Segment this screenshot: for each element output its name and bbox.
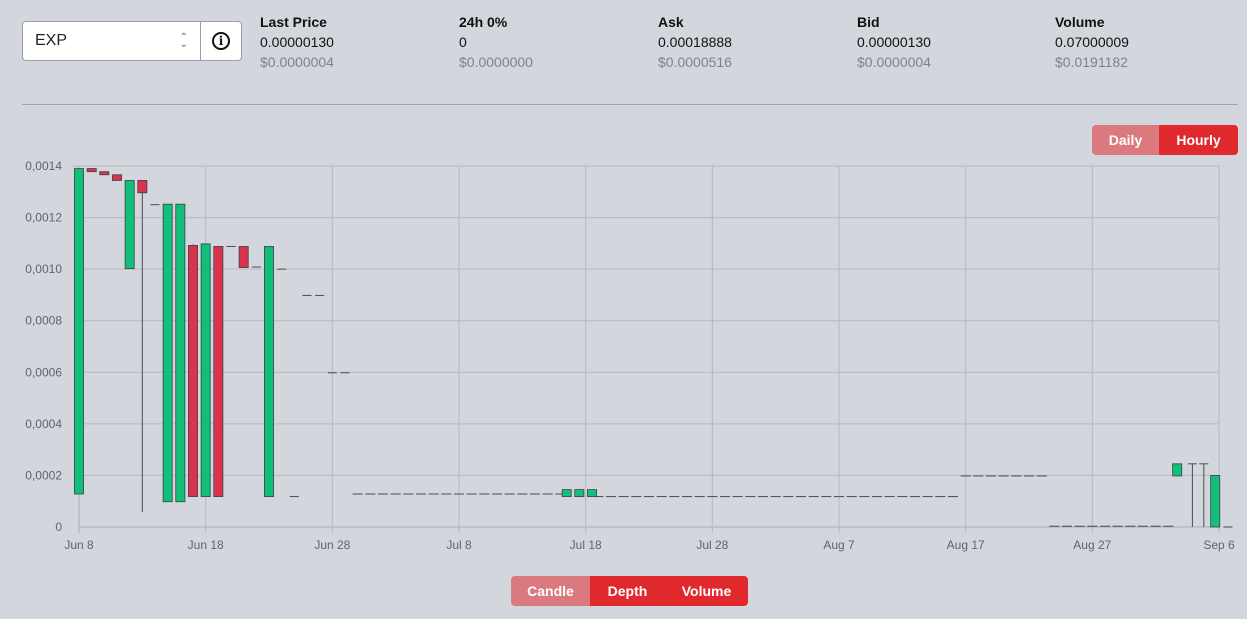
y-tick-label: 0,0010 bbox=[25, 262, 62, 276]
depth-button[interactable]: Depth bbox=[590, 576, 665, 606]
candle-body bbox=[264, 246, 274, 497]
candle-body bbox=[561, 489, 572, 497]
x-tick-label: Jun 8 bbox=[64, 538, 94, 552]
y-tick-label: 0,0014 bbox=[25, 159, 62, 173]
candle bbox=[188, 244, 198, 497]
x-tick-label: Jun 28 bbox=[314, 538, 350, 552]
y-tick-label: 0,0002 bbox=[25, 468, 62, 482]
x-tick-label: Aug 7 bbox=[823, 538, 855, 552]
candle-body bbox=[112, 174, 122, 181]
candle bbox=[112, 174, 122, 181]
candle-body bbox=[74, 168, 84, 495]
candle-body bbox=[137, 180, 148, 194]
candle bbox=[264, 246, 274, 497]
x-tick-label: Sep 6 bbox=[1203, 538, 1235, 552]
candle-body bbox=[200, 243, 211, 497]
candle-body bbox=[175, 203, 186, 503]
candle bbox=[238, 246, 249, 268]
candle bbox=[137, 180, 148, 513]
x-tick-label: Jun 18 bbox=[188, 538, 224, 552]
candle bbox=[1210, 475, 1221, 528]
y-axis-ticks: 0 0,0002 0,0004 0,0006 0,0008 0,0010 0,0012 0,0… bbox=[25, 159, 62, 534]
x-axis-ticks: Jun 8 Jun 18 Jun 28 Jul 8 Jul 18 Jul 28 Aug 7 A… bbox=[64, 538, 1235, 552]
candle bbox=[1172, 463, 1183, 477]
x-tick-label: Jul 18 bbox=[570, 538, 602, 552]
candle bbox=[1199, 463, 1209, 527]
candle bbox=[587, 489, 597, 497]
flat-price-segments bbox=[352, 475, 1174, 527]
volume-button[interactable]: Volume bbox=[665, 576, 748, 606]
candle bbox=[124, 180, 135, 270]
candle-body bbox=[99, 171, 110, 176]
y-tick-label: 0,0004 bbox=[25, 417, 62, 431]
candle-body bbox=[124, 180, 135, 270]
x-tick-label: Aug 17 bbox=[947, 538, 985, 552]
candle-body bbox=[238, 246, 249, 268]
candle bbox=[213, 246, 224, 497]
candle-body bbox=[1172, 463, 1183, 477]
candle-body bbox=[162, 203, 173, 503]
price-chart: 0 0,0002 0,0004 0,0006 0,0008 0,0010 0,0012 0,0… bbox=[25, 159, 1235, 552]
candle bbox=[1187, 463, 1197, 527]
candle-body bbox=[587, 489, 597, 497]
candle-body bbox=[213, 246, 224, 497]
view-toggle: Candle Depth Volume bbox=[511, 576, 748, 606]
x-tick-label: Jul 28 bbox=[696, 538, 728, 552]
y-tick-label: 0,0008 bbox=[25, 314, 62, 328]
x-tick-label: Jul 8 bbox=[446, 538, 472, 552]
y-tick-label: 0 bbox=[55, 520, 62, 534]
candle bbox=[99, 171, 110, 176]
candle-body bbox=[1210, 475, 1221, 528]
candles bbox=[74, 168, 1233, 528]
candle bbox=[162, 203, 173, 503]
candle-body bbox=[574, 489, 585, 497]
candle-body bbox=[86, 168, 97, 173]
candle bbox=[561, 489, 572, 497]
candle bbox=[175, 203, 186, 503]
x-tick-label: Aug 27 bbox=[1073, 538, 1111, 552]
y-tick-label: 0,0012 bbox=[25, 211, 62, 225]
candle bbox=[200, 243, 211, 497]
candle bbox=[574, 489, 585, 497]
candle bbox=[86, 168, 97, 173]
candle-button[interactable]: Candle bbox=[511, 576, 590, 606]
candle bbox=[74, 168, 84, 495]
y-tick-label: 0,0006 bbox=[25, 365, 62, 379]
candle-body bbox=[188, 245, 198, 497]
chart-grid bbox=[73, 165, 1220, 533]
